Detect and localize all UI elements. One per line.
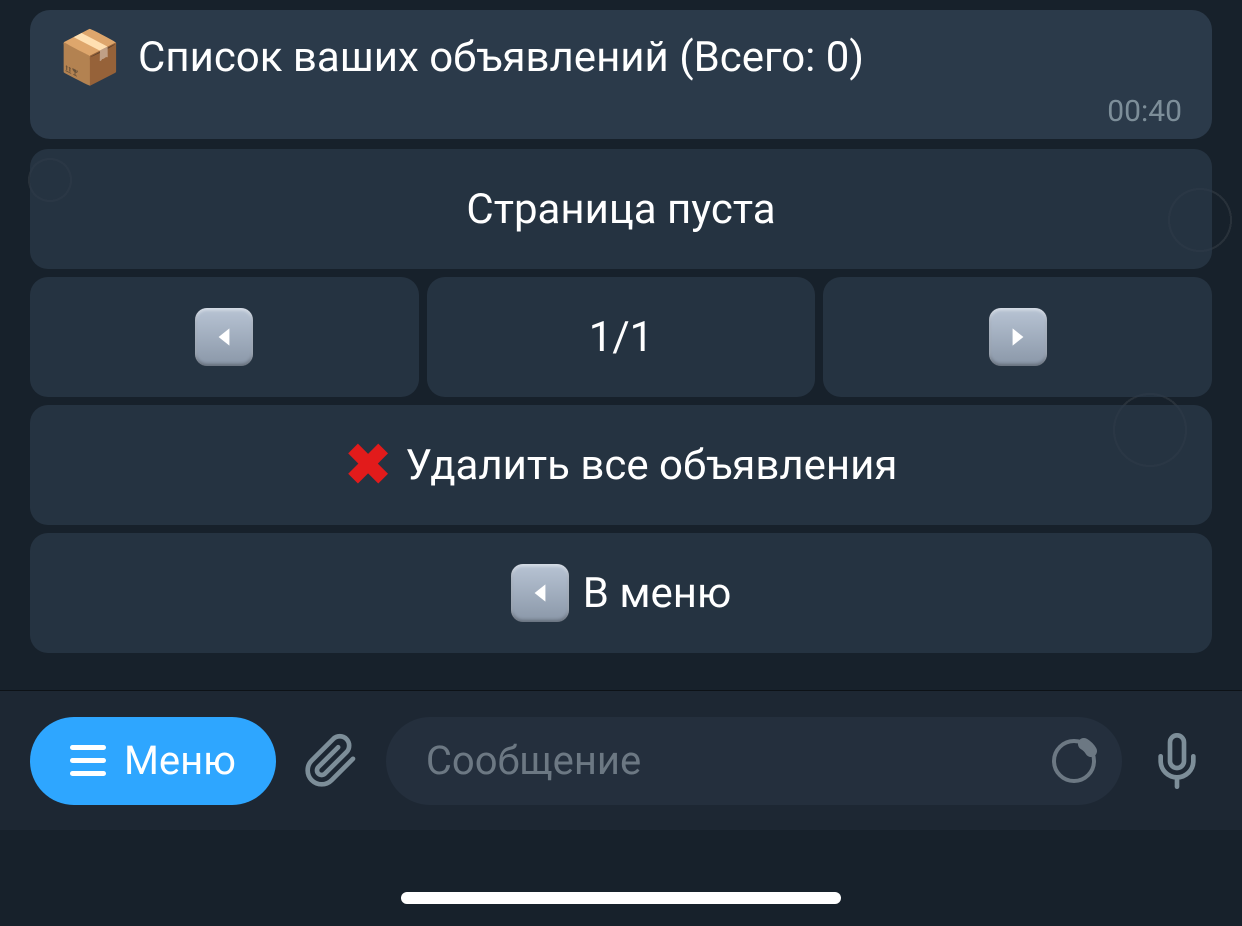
back-to-menu-label: В меню: [583, 569, 732, 618]
next-page-button[interactable]: [823, 277, 1212, 397]
empty-page-label: Страница пуста: [466, 185, 775, 234]
microphone-button[interactable]: [1142, 726, 1212, 796]
message-input-container: [386, 717, 1122, 805]
bot-message-bubble: 📦 Список ваших объявлений (Всего: 0) 00:…: [30, 10, 1212, 139]
page-indicator-button[interactable]: 1/1: [427, 277, 816, 397]
sticker-icon: [1050, 737, 1098, 785]
microphone-icon: [1149, 733, 1205, 789]
paperclip-icon: [303, 733, 359, 789]
delete-all-label: Удалить все объявления: [406, 441, 898, 490]
arrow-left-icon: [511, 564, 569, 622]
message-input[interactable]: [426, 737, 1036, 784]
page-indicator-label: 1/1: [589, 313, 654, 362]
attach-button[interactable]: [296, 726, 366, 796]
message-timestamp: 00:40: [60, 94, 1182, 129]
home-indicator[interactable]: [401, 892, 841, 904]
delete-all-button[interactable]: ✖ Удалить все объявления: [30, 405, 1212, 525]
message-text-row: 📦 Список ваших объявлений (Всего: 0): [60, 28, 1182, 88]
back-to-menu-button[interactable]: В меню: [30, 533, 1212, 653]
hamburger-icon: [70, 745, 106, 776]
input-bar: Меню: [0, 690, 1242, 830]
menu-button[interactable]: Меню: [30, 717, 276, 805]
inline-keyboard: Страница пуста 1/1 ✖ Удалить все объявле: [30, 149, 1212, 653]
chat-area: 📦 Список ваших объявлений (Всего: 0) 00:…: [0, 0, 1242, 653]
menu-button-label: Меню: [124, 737, 236, 784]
arrow-left-icon: [195, 308, 253, 366]
empty-page-button[interactable]: Страница пуста: [30, 149, 1212, 269]
sticker-button[interactable]: [1046, 733, 1102, 789]
package-icon: 📦: [60, 28, 120, 88]
prev-page-button[interactable]: [30, 277, 419, 397]
message-text: Список ваших объявлений (Всего: 0): [138, 31, 864, 86]
arrow-right-icon: [989, 308, 1047, 366]
cross-icon: ✖: [345, 432, 392, 498]
